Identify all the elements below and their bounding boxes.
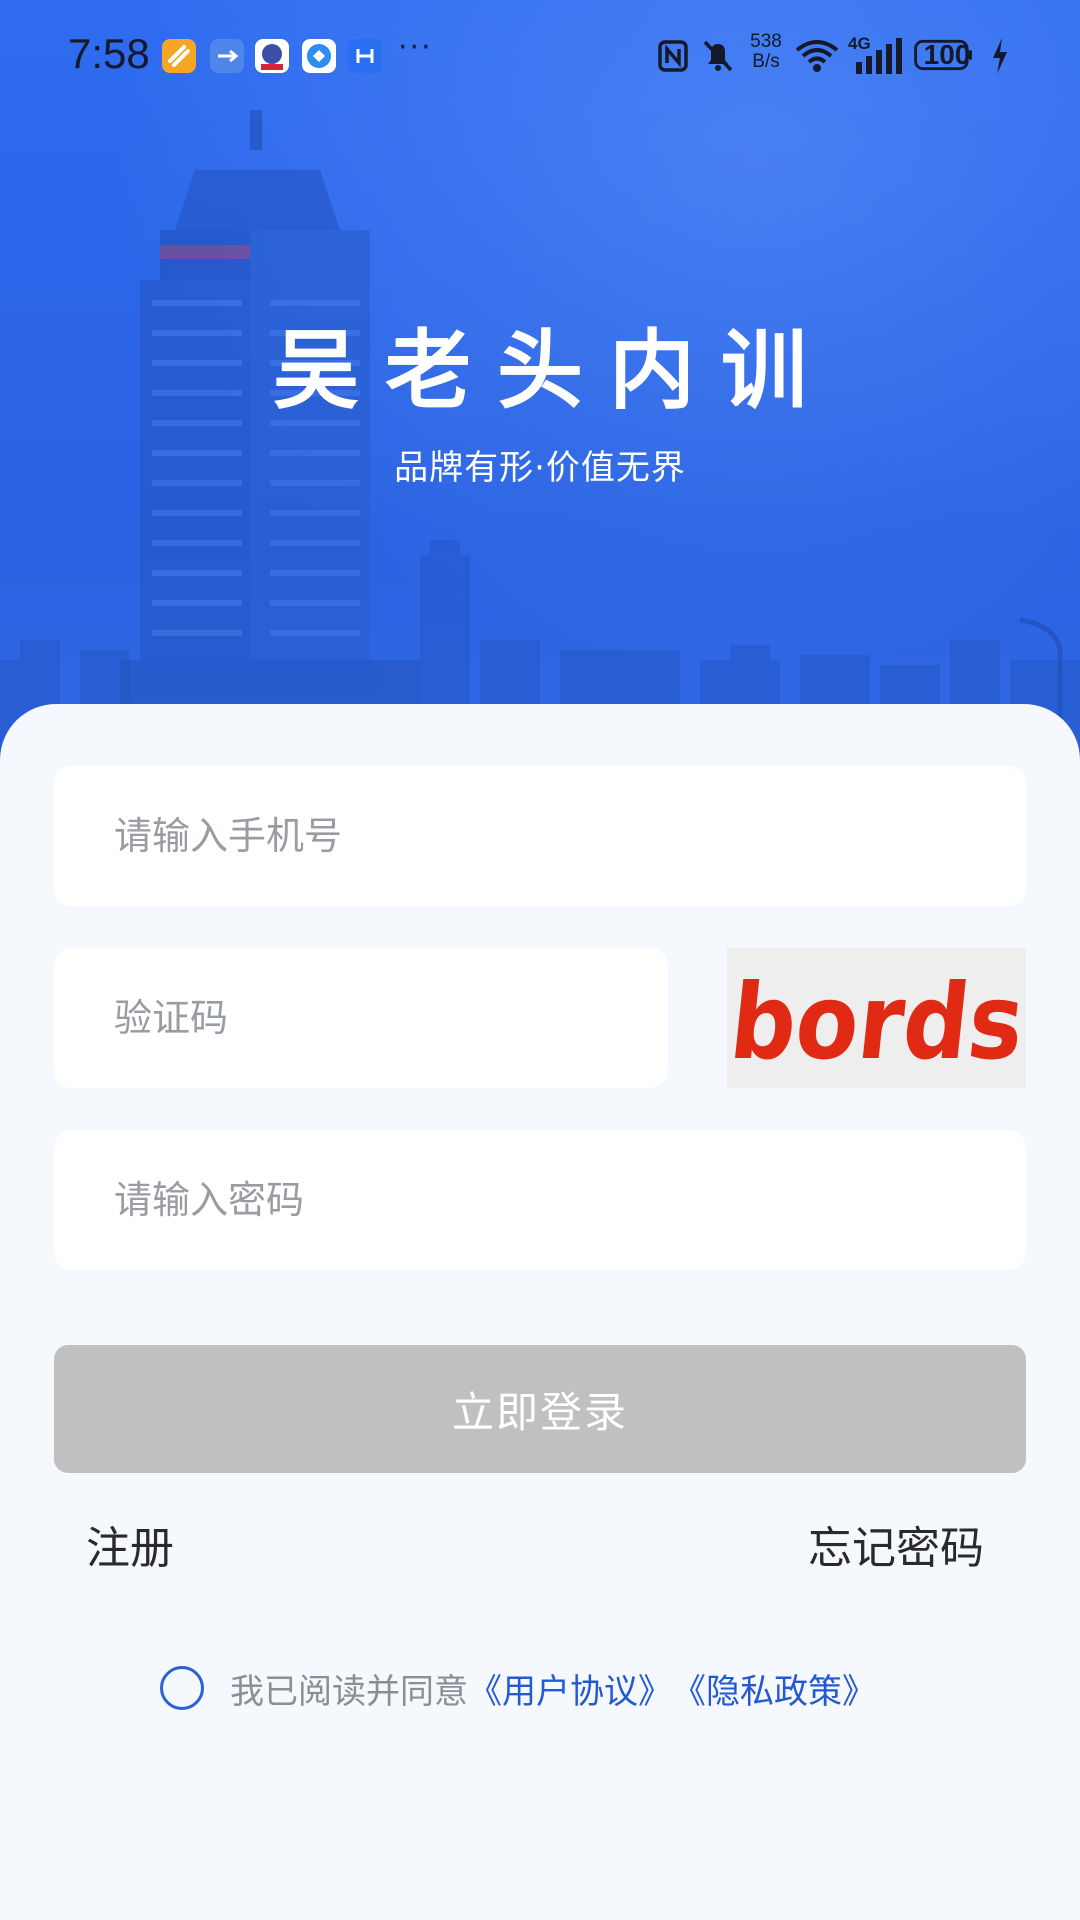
status-bar: 7:58 ··· 538 B/s 4G 100 (0, 0, 1080, 110)
usb-icon (210, 39, 244, 73)
app-blue-icon (348, 39, 382, 73)
bell-muted-icon (703, 40, 733, 72)
hero-banner: 7:58 ··· 538 B/s 4G 100 吴老头内训 品牌有形·价值无界 (0, 0, 1080, 760)
nfc-icon (658, 40, 688, 72)
login-page: 7:58 ··· 538 B/s 4G 100 吴老头内训 品牌有形·价值无界 … (0, 0, 1080, 1920)
captcha-graphic: bords (727, 961, 1026, 1083)
status-time: 7:58 (68, 30, 150, 77)
more-notifications-icon: ··· (398, 30, 433, 65)
password-input[interactable] (112, 1177, 1026, 1223)
network-speed: 538 B/s (744, 32, 788, 72)
app-slogan: 品牌有形·价值无界 (394, 448, 686, 488)
tower (120, 110, 420, 760)
app-orange-icon (162, 39, 196, 73)
phone-field[interactable] (54, 766, 1026, 906)
forgot-password-link[interactable]: 忘记密码 (808, 1512, 984, 1576)
verification-code-input[interactable] (112, 995, 668, 1041)
verification-code-field[interactable] (54, 948, 668, 1088)
agreement-checkbox[interactable] (160, 1666, 204, 1710)
network-speed-value: 538 (750, 31, 782, 52)
agreement-row: 我已阅读并同意 《用户协议》 《隐私政策》 (160, 1660, 876, 1716)
login-button[interactable]: 立即登录 (54, 1345, 1026, 1473)
captcha-image[interactable]: bords (727, 948, 1026, 1088)
app-title: 吴老头内训 (273, 321, 833, 421)
charging-icon (993, 38, 1007, 74)
network-speed-unit: B/s (752, 51, 780, 72)
captcha-text: bords (727, 961, 1026, 1083)
phone-input[interactable] (112, 813, 1026, 859)
battery-level: 100 (923, 39, 971, 70)
user-agreement-link[interactable]: 《用户协议》 (468, 1664, 672, 1713)
signal-icon (856, 38, 902, 74)
wifi-icon (795, 40, 839, 72)
privacy-policy-link[interactable]: 《隐私政策》 (672, 1664, 876, 1713)
app-badge-icon (255, 39, 289, 73)
app-circle-icon (302, 39, 336, 73)
password-field[interactable] (54, 1130, 1026, 1270)
register-link[interactable]: 注册 (86, 1512, 174, 1576)
agreement-prefix: 我已阅读并同意 (230, 1671, 468, 1712)
